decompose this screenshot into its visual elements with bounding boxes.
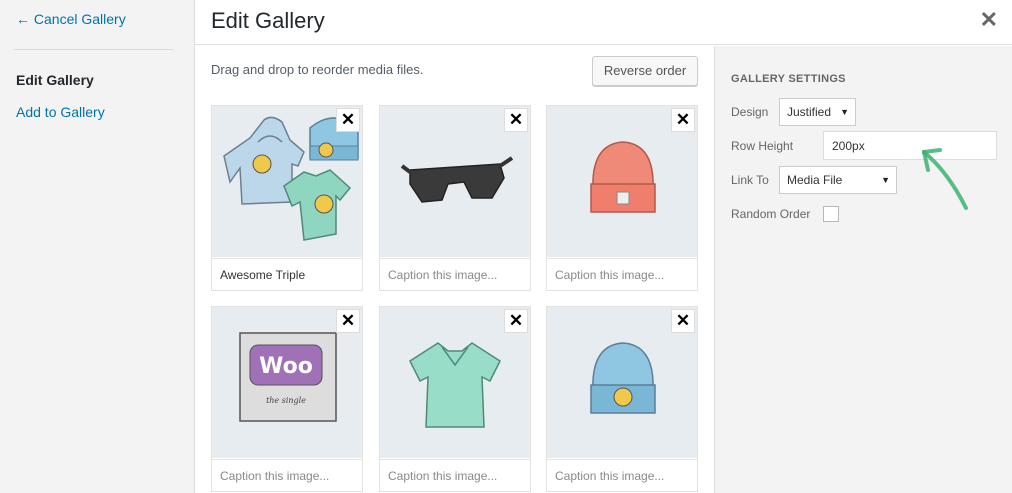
gallery-item[interactable]: ✕ xyxy=(546,105,698,291)
design-label: Design xyxy=(731,105,769,119)
caption-input[interactable] xyxy=(380,258,530,290)
gallery-item[interactable]: ✕ xyxy=(211,105,363,291)
remove-item-button[interactable]: ✕ xyxy=(671,309,695,333)
row-height-label: Row Height xyxy=(731,139,794,153)
caption-input[interactable] xyxy=(212,459,362,491)
remove-item-button[interactable]: ✕ xyxy=(504,309,528,333)
remove-item-button[interactable]: ✕ xyxy=(336,309,360,333)
remove-item-button[interactable]: ✕ xyxy=(671,108,695,132)
page-title: Edit Gallery xyxy=(211,8,325,33)
caption-input[interactable] xyxy=(380,459,530,491)
cancel-gallery-link[interactable]: ← Cancel Gallery xyxy=(16,11,126,27)
media-menu: ← Cancel Gallery Edit Gallery Add to Gal… xyxy=(0,0,195,493)
random-order-checkbox[interactable] xyxy=(823,206,839,222)
gallery-item[interactable]: ✕ xyxy=(379,105,531,291)
caption-input[interactable] xyxy=(212,258,362,290)
remove-item-button[interactable]: ✕ xyxy=(336,108,360,132)
gallery-item[interactable]: ✕ xyxy=(546,306,698,492)
random-order-label: Random Order xyxy=(731,207,811,221)
instructions-text: Drag and drop to reorder media files. xyxy=(211,62,424,77)
link-to-select[interactable]: Media File ▼ xyxy=(779,166,897,194)
svg-text:Woo: Woo xyxy=(259,354,313,379)
settings-heading: GALLERY SETTINGS xyxy=(731,73,846,85)
menu-separator xyxy=(14,49,174,50)
annotation-arrow-icon xyxy=(922,148,968,210)
modal-title-bar: Edit Gallery ✕ xyxy=(195,0,1012,45)
design-select-value: Justified xyxy=(787,105,832,119)
gallery-settings-panel: GALLERY SETTINGS Design Justified ▼ Row … xyxy=(714,46,1012,493)
close-icon[interactable]: ✕ xyxy=(980,9,998,31)
svg-text:the single: the single xyxy=(266,396,306,405)
menu-item-edit-gallery[interactable]: Edit Gallery xyxy=(16,72,94,88)
gallery-item[interactable]: ✕ xyxy=(379,306,531,492)
gallery-item[interactable]: Woo the single ✕ xyxy=(211,306,363,492)
menu-item-add-to-gallery[interactable]: Add to Gallery xyxy=(16,104,105,120)
reverse-order-button[interactable]: Reverse order xyxy=(592,56,698,86)
caption-input[interactable] xyxy=(547,258,697,290)
chevron-down-icon: ▼ xyxy=(840,107,849,117)
link-to-select-value: Media File xyxy=(787,173,843,187)
link-to-label: Link To xyxy=(731,173,769,187)
chevron-down-icon: ▼ xyxy=(881,175,890,185)
remove-item-button[interactable]: ✕ xyxy=(504,108,528,132)
design-select[interactable]: Justified ▼ xyxy=(779,98,856,126)
caption-input[interactable] xyxy=(547,459,697,491)
gallery-content: Drag and drop to reorder media files. Re… xyxy=(196,46,714,493)
